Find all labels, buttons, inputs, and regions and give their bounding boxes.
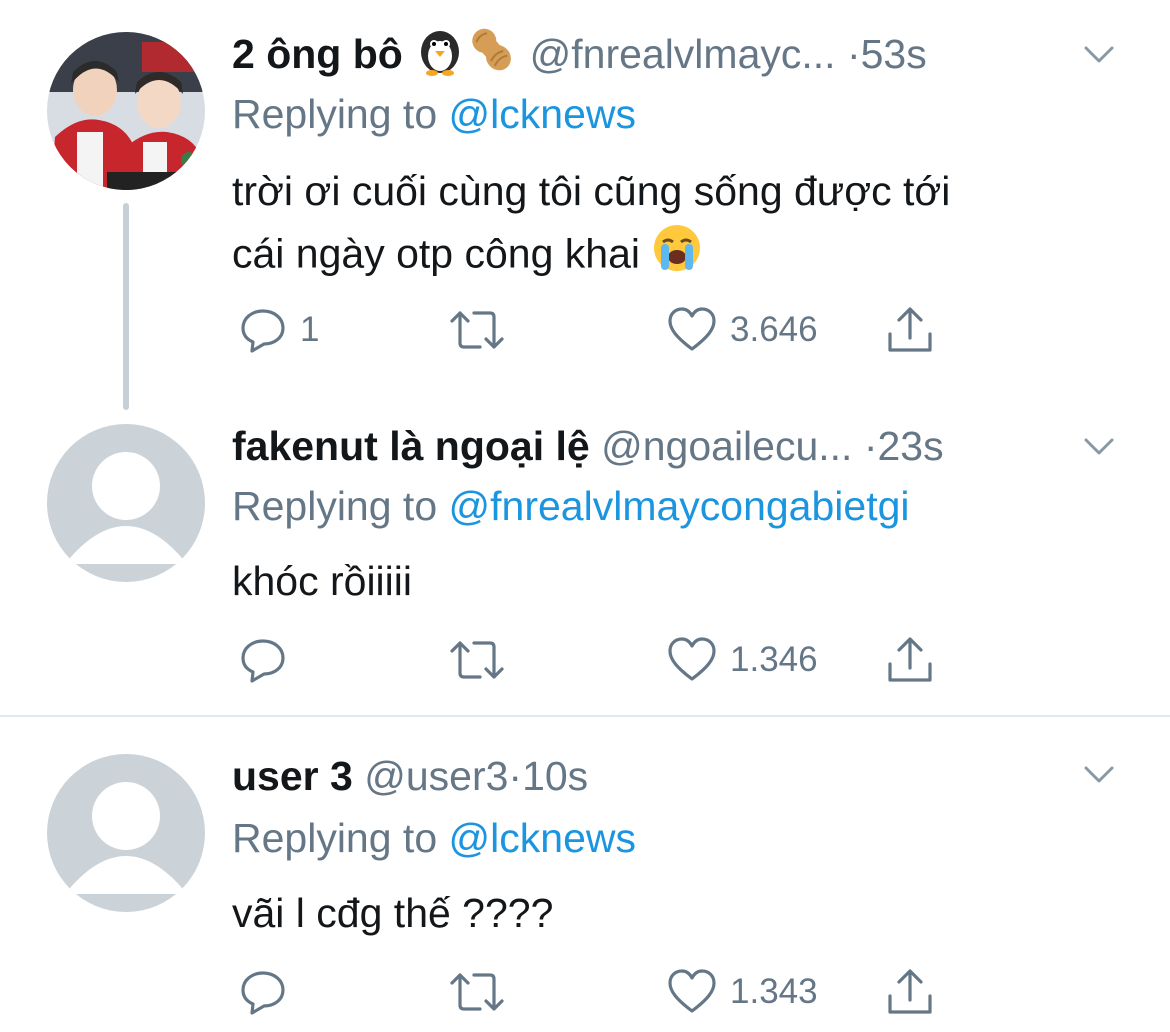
separator: · bbox=[846, 30, 861, 77]
peanut-emoji bbox=[466, 24, 518, 90]
share-icon bbox=[888, 637, 932, 682]
tweet-text-line: cái ngày otp công khai bbox=[232, 222, 1112, 291]
tweet-text: khóc rồiiiii bbox=[232, 550, 1112, 612]
tweet-3[interactable]: user 3 @user3·10s Replying to @lcknews v… bbox=[0, 718, 1170, 1032]
like-button[interactable]: 3.646 bbox=[666, 300, 818, 360]
retweet-icon bbox=[450, 641, 504, 679]
like-count: 1.346 bbox=[730, 640, 818, 679]
replying-to: Replying to @fnrealvlmaycongabietgi bbox=[232, 478, 910, 534]
separator: · bbox=[863, 423, 878, 469]
user-handle[interactable]: @fnrealvlmayc... bbox=[530, 31, 836, 77]
reply-icon bbox=[241, 639, 285, 683]
heart-icon bbox=[668, 969, 716, 1013]
loudly-crying-face-emoji bbox=[651, 222, 703, 291]
share-button[interactable] bbox=[884, 300, 936, 360]
retweet-button[interactable] bbox=[446, 962, 520, 1022]
retweet-icon bbox=[450, 973, 504, 1011]
retweet-icon bbox=[450, 311, 504, 349]
tweet-header: 2 ông bô @fnrealvlmayc... ·53s bbox=[232, 24, 1170, 80]
like-count: 1.343 bbox=[730, 972, 818, 1011]
tweet-text: trời ơi cuối cùng tôi cũng sống được tới… bbox=[232, 160, 1112, 291]
tweet-text-line: vãi l cđg thế ???? bbox=[232, 890, 554, 936]
avatar[interactable] bbox=[47, 32, 205, 190]
tweet-text: vãi l cđg thế ???? bbox=[232, 882, 1112, 944]
share-icon bbox=[888, 969, 932, 1014]
divider bbox=[0, 715, 1170, 717]
retweet-button[interactable] bbox=[446, 630, 520, 690]
display-name[interactable]: fakenut là ngoại lệ bbox=[232, 423, 590, 469]
heart-icon bbox=[668, 637, 716, 681]
replying-to-label: Replying to bbox=[232, 483, 438, 529]
replying-to: Replying to @lcknews bbox=[232, 810, 636, 866]
tweet-actions: 1 3.646 bbox=[0, 300, 1170, 360]
tweet-text-line: trời ơi cuối cùng tôi cũng sống được tới bbox=[232, 168, 951, 214]
reply-count: 1 bbox=[300, 310, 320, 349]
separator: · bbox=[508, 753, 523, 799]
tweet-2[interactable]: fakenut là ngoại lệ @ngoailecu... ·23s R… bbox=[0, 410, 1170, 716]
reply-button[interactable] bbox=[238, 630, 300, 690]
reply-icon bbox=[241, 971, 285, 1015]
heart-icon bbox=[668, 307, 716, 351]
chevron-down-icon[interactable] bbox=[1080, 428, 1118, 466]
replying-to-handle[interactable]: @fnrealvlmaycongabietgi bbox=[449, 483, 910, 529]
tweet-text-line-content: cái ngày otp công khai bbox=[232, 230, 640, 277]
avatar[interactable] bbox=[47, 424, 205, 582]
timestamp[interactable]: 10s bbox=[522, 753, 588, 799]
tweet-header: fakenut là ngoại lệ @ngoailecu... ·23s bbox=[232, 418, 1170, 474]
avatar-photo bbox=[47, 32, 205, 190]
replying-to-label: Replying to bbox=[232, 815, 438, 861]
share-button[interactable] bbox=[884, 630, 936, 690]
chevron-down-icon[interactable] bbox=[1080, 756, 1118, 794]
chevron-down-icon[interactable] bbox=[1080, 36, 1118, 74]
reply-icon bbox=[241, 309, 285, 353]
retweet-button[interactable] bbox=[446, 300, 520, 360]
reply-button[interactable] bbox=[238, 962, 300, 1022]
replying-to-label: Replying to bbox=[232, 91, 438, 137]
like-button[interactable]: 1.346 bbox=[666, 630, 818, 690]
display-name[interactable]: 2 ông bô bbox=[232, 31, 403, 77]
timestamp[interactable]: 53s bbox=[861, 31, 927, 77]
default-avatar-icon bbox=[47, 424, 205, 582]
share-icon bbox=[888, 307, 932, 352]
replying-to-handle[interactable]: @lcknews bbox=[449, 91, 636, 137]
user-handle[interactable]: @user3 bbox=[364, 753, 508, 799]
tweet-text-line: khóc rồiiiii bbox=[232, 558, 412, 604]
tweet-header: user 3 @user3·10s bbox=[232, 748, 1170, 804]
like-count: 3.646 bbox=[730, 310, 818, 349]
timestamp[interactable]: 23s bbox=[878, 423, 944, 469]
replying-to-handle[interactable]: @lcknews bbox=[449, 815, 636, 861]
default-avatar-icon bbox=[47, 754, 205, 912]
tweet-1[interactable]: 2 ông bô @fnrealvlmayc... ·53s Replying … bbox=[0, 0, 1170, 410]
user-handle[interactable]: @ngoailecu... bbox=[601, 423, 852, 469]
tweet-actions: 1.346 bbox=[0, 630, 1170, 690]
display-name[interactable]: user 3 bbox=[232, 753, 353, 799]
replying-to: Replying to @lcknews bbox=[232, 86, 636, 142]
avatar[interactable] bbox=[47, 754, 205, 912]
penguin-emoji bbox=[414, 24, 466, 90]
like-button[interactable]: 1.343 bbox=[666, 962, 818, 1022]
reply-button[interactable]: 1 bbox=[238, 300, 319, 360]
share-button[interactable] bbox=[884, 962, 936, 1022]
tweet-actions: 1.343 bbox=[0, 962, 1170, 1022]
